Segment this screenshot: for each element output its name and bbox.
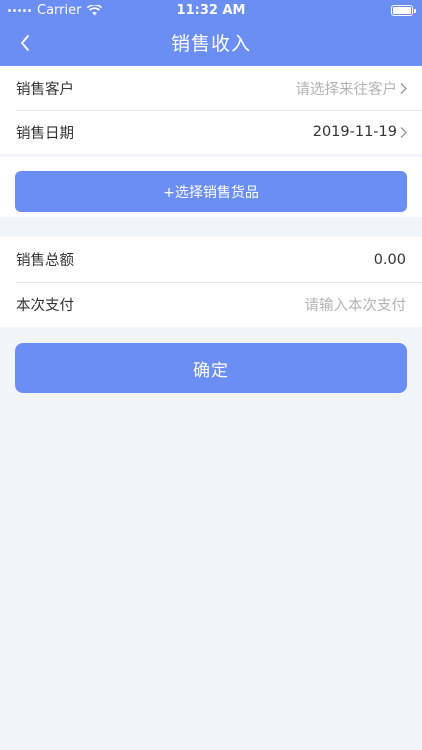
payment-input[interactable]: 请输入本次支付 <box>305 294 407 315</box>
date-label: 销售日期 <box>16 125 74 142</box>
total-row: 销售总额 0.00 <box>0 237 422 282</box>
customer-label: 销售客户 <box>16 81 74 98</box>
total-amount: 0.00 <box>374 252 406 268</box>
goods-section: +选择销售货品 <box>0 157 422 217</box>
date-select[interactable]: 2019-11-19 <box>312 124 407 140</box>
date-row[interactable]: 销售日期 2019-11-19 <box>0 110 422 154</box>
nav-header: Carrier 11:32 AM 销售收入 <box>0 0 422 66</box>
date-value: 2019-11-19 <box>312 124 397 140</box>
customer-select[interactable]: 请选择来往客户 <box>296 78 407 99</box>
payment-placeholder: 请输入本次支付 <box>304 298 407 314</box>
payment-row[interactable]: 本次支付 请输入本次支付 <box>0 282 422 327</box>
chevron-right-icon <box>400 126 407 138</box>
customer-date-section: 销售客户 请选择来往客户 销售日期 2019-11-19 <box>0 66 422 154</box>
status-time: 11:32 AM <box>176 3 246 18</box>
amount-section: 销售总额 0.00 本次支付 请输入本次支付 <box>0 237 422 327</box>
status-bar: Carrier 11:32 AM <box>0 0 422 22</box>
confirm-button[interactable]: 确定 <box>15 343 407 393</box>
customer-placeholder: 请选择来往客户 <box>295 81 398 98</box>
battery-icon <box>391 5 416 16</box>
select-goods-button[interactable]: +选择销售货品 <box>15 171 407 212</box>
payment-label: 本次支付 <box>16 298 74 314</box>
page-title: 销售收入 <box>170 33 251 55</box>
total-value: 0.00 <box>373 251 406 268</box>
chevron-right-icon <box>400 82 407 94</box>
customer-row[interactable]: 销售客户 请选择来往客户 <box>0 66 422 110</box>
total-label: 销售总额 <box>16 253 74 269</box>
